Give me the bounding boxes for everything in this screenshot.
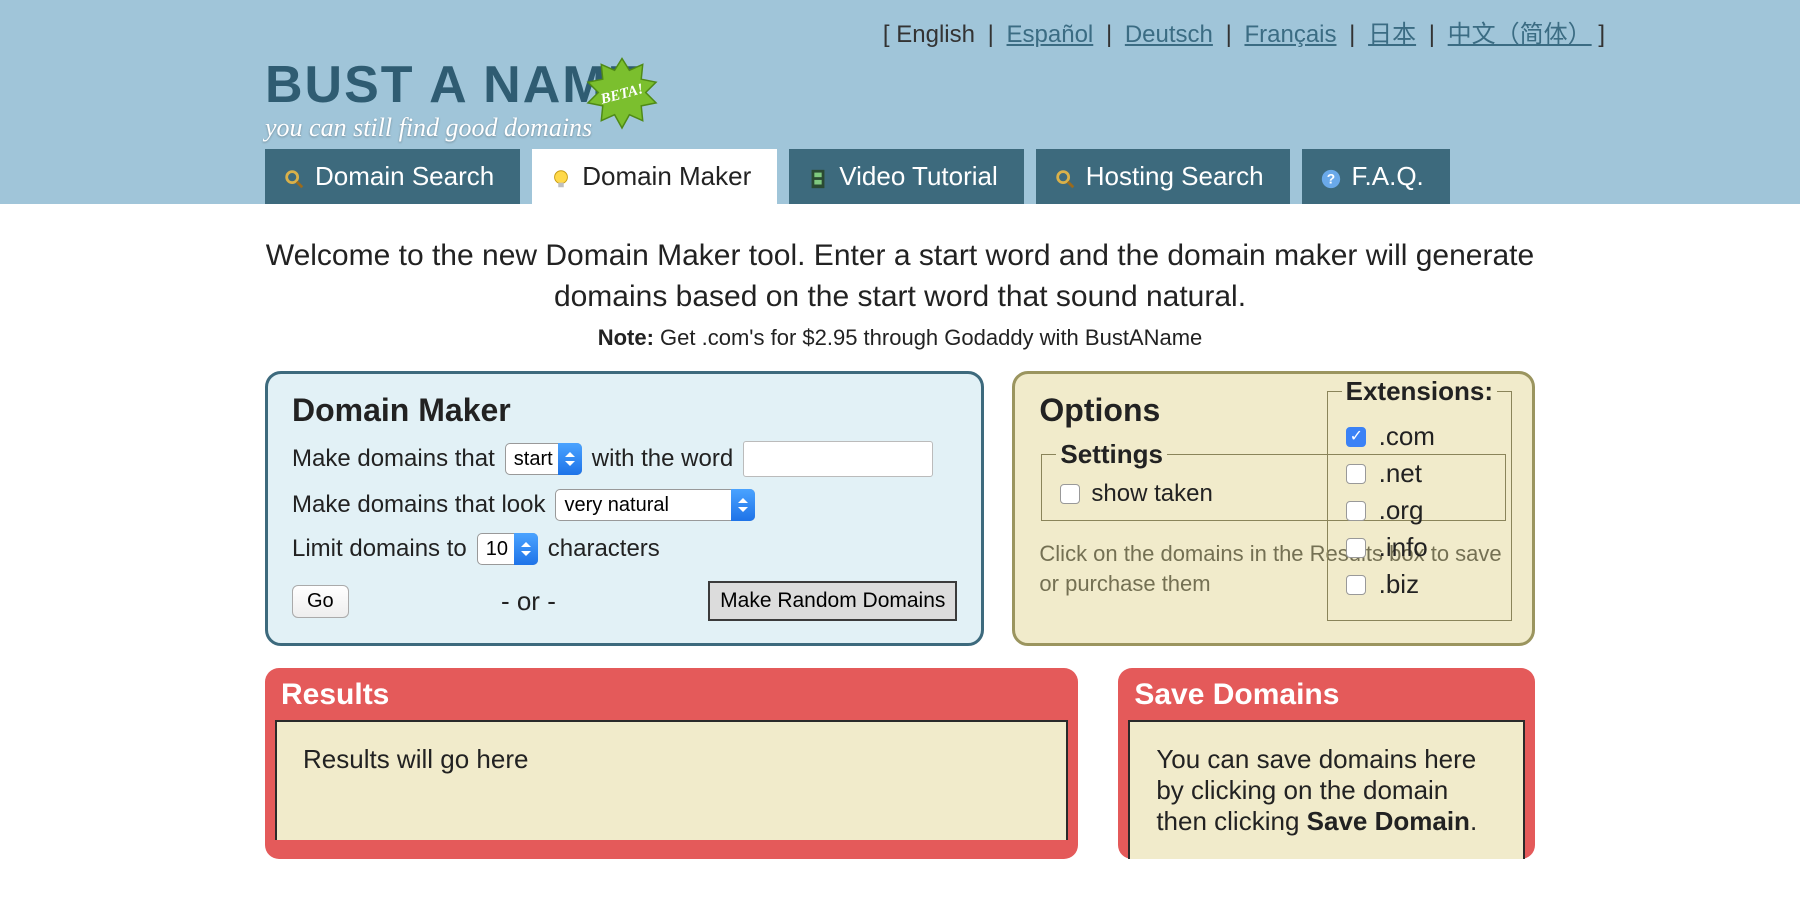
maker-line-natural: Make domains that look very natural [292, 489, 957, 521]
maker-line2: Make domains that look [292, 491, 545, 519]
film-icon [807, 166, 829, 188]
results-title: Results [281, 678, 1068, 712]
search-icon [1054, 166, 1076, 188]
tab-label: Domain Search [315, 161, 494, 192]
beta-badge: BETA! [585, 57, 659, 131]
tab-label: Domain Maker [582, 161, 751, 192]
results-card: Results Results will go here [265, 668, 1078, 859]
ext-label: .com [1379, 421, 1435, 452]
ext-item-net[interactable]: .net [1342, 458, 1497, 489]
tab-video-tutorial[interactable]: Video Tutorial [789, 149, 1024, 204]
main-tabs: Domain Search Domain Maker Video Tutoria… [165, 149, 1635, 204]
options-panel: Options Settings show taken Click on the… [1012, 371, 1535, 646]
tab-domain-maker[interactable]: Domain Maker [532, 149, 777, 204]
svg-text:?: ? [1326, 171, 1334, 186]
help-icon: ? [1320, 166, 1342, 188]
maker-line1-a: Make domains that [292, 445, 495, 473]
show-taken-checkbox[interactable] [1060, 484, 1080, 504]
make-random-button[interactable]: Make Random Domains [708, 581, 957, 621]
ext-checkbox-org[interactable] [1346, 501, 1366, 521]
bulb-icon [550, 166, 572, 188]
maker-line1-b: with the word [592, 445, 733, 473]
note-bold: Note: [598, 325, 654, 350]
tab-label: Video Tutorial [839, 161, 998, 192]
char-limit-select[interactable]: 10 [477, 533, 538, 565]
search-icon [283, 166, 305, 188]
go-button[interactable]: Go [292, 585, 349, 618]
domain-maker-title: Domain Maker [292, 392, 957, 429]
save-domains-body: You can save domains here by clicking on… [1128, 720, 1525, 859]
word-input[interactable] [743, 441, 933, 477]
extensions-legend: Extensions: [1342, 376, 1497, 407]
ext-checkbox-com[interactable] [1346, 427, 1366, 447]
logo-main-text: BUST A NAME [265, 59, 1635, 111]
lang-bracket-open: [ [883, 21, 896, 48]
natural-select-wrap: very natural [555, 489, 755, 521]
lang-link-es[interactable]: Español [1007, 21, 1094, 48]
ext-label: .org [1379, 495, 1424, 526]
or-separator: - or - [501, 586, 556, 617]
maker-line3-b: characters [548, 535, 660, 563]
tab-hosting-search[interactable]: Hosting Search [1036, 149, 1290, 204]
ext-checkbox-net[interactable] [1346, 464, 1366, 484]
lang-link-de[interactable]: Deutsch [1125, 21, 1213, 48]
save-text-c: . [1470, 806, 1477, 836]
language-bar: [ English | Español | Deutsch | Français… [165, 0, 1635, 49]
note-rest: Get .com's for $2.95 through Godaddy wit… [654, 325, 1202, 350]
promo-note: Note: Get .com's for $2.95 through Godad… [265, 325, 1535, 351]
lang-link-zh[interactable]: 中文（简体） [1448, 21, 1592, 48]
ext-item-biz[interactable]: .biz [1342, 569, 1497, 600]
lang-current: English [896, 21, 975, 48]
maker-line-limit: Limit domains to 10 characters [292, 533, 957, 565]
domain-maker-panel: Domain Maker Make domains that start wit… [265, 371, 984, 646]
naturalness-select[interactable]: very natural [555, 489, 755, 521]
header-band: [ English | Español | Deutsch | Français… [0, 0, 1800, 204]
tab-label: F.A.Q. [1352, 161, 1424, 192]
main-content: Welcome to the new Domain Maker tool. En… [165, 204, 1635, 859]
position-select-wrap: start [505, 443, 582, 475]
tab-faq[interactable]: ? F.A.Q. [1302, 149, 1450, 204]
save-domains-title: Save Domains [1134, 678, 1525, 712]
lang-bracket-close: ] [1598, 21, 1605, 48]
save-text-b: Save Domain [1307, 806, 1470, 836]
results-body: Results will go here [275, 720, 1068, 840]
logo-tagline: you can still find good domains [265, 113, 1635, 143]
limit-select-wrap: 10 [477, 533, 538, 565]
tab-domain-search[interactable]: Domain Search [265, 149, 520, 204]
maker-line-position: Make domains that start with the word [292, 441, 957, 477]
ext-label: .info [1379, 532, 1428, 563]
save-domains-card: Save Domains You can save domains here b… [1118, 668, 1535, 859]
lang-link-fr[interactable]: Français [1244, 21, 1336, 48]
position-select[interactable]: start [505, 443, 582, 475]
settings-legend: Settings [1056, 439, 1167, 470]
results-placeholder: Results will go here [303, 744, 528, 774]
ext-label: .net [1379, 458, 1422, 489]
show-taken-label: show taken [1091, 480, 1212, 508]
maker-line3-a: Limit domains to [292, 535, 467, 563]
ext-checkbox-biz[interactable] [1346, 575, 1366, 595]
lang-link-jp[interactable]: 日本 [1368, 21, 1416, 48]
tab-label: Hosting Search [1086, 161, 1264, 192]
ext-item-info[interactable]: .info [1342, 532, 1497, 563]
ext-item-com[interactable]: .com [1342, 421, 1497, 452]
ext-checkbox-info[interactable] [1346, 538, 1366, 558]
ext-item-org[interactable]: .org [1342, 495, 1497, 526]
intro-text: Welcome to the new Domain Maker tool. En… [265, 236, 1535, 317]
extensions-fieldset: Extensions: .com .net .org .info [1327, 376, 1512, 621]
ext-label: .biz [1379, 569, 1419, 600]
logo: BUST A NAME you can still find good doma… [165, 49, 1635, 149]
